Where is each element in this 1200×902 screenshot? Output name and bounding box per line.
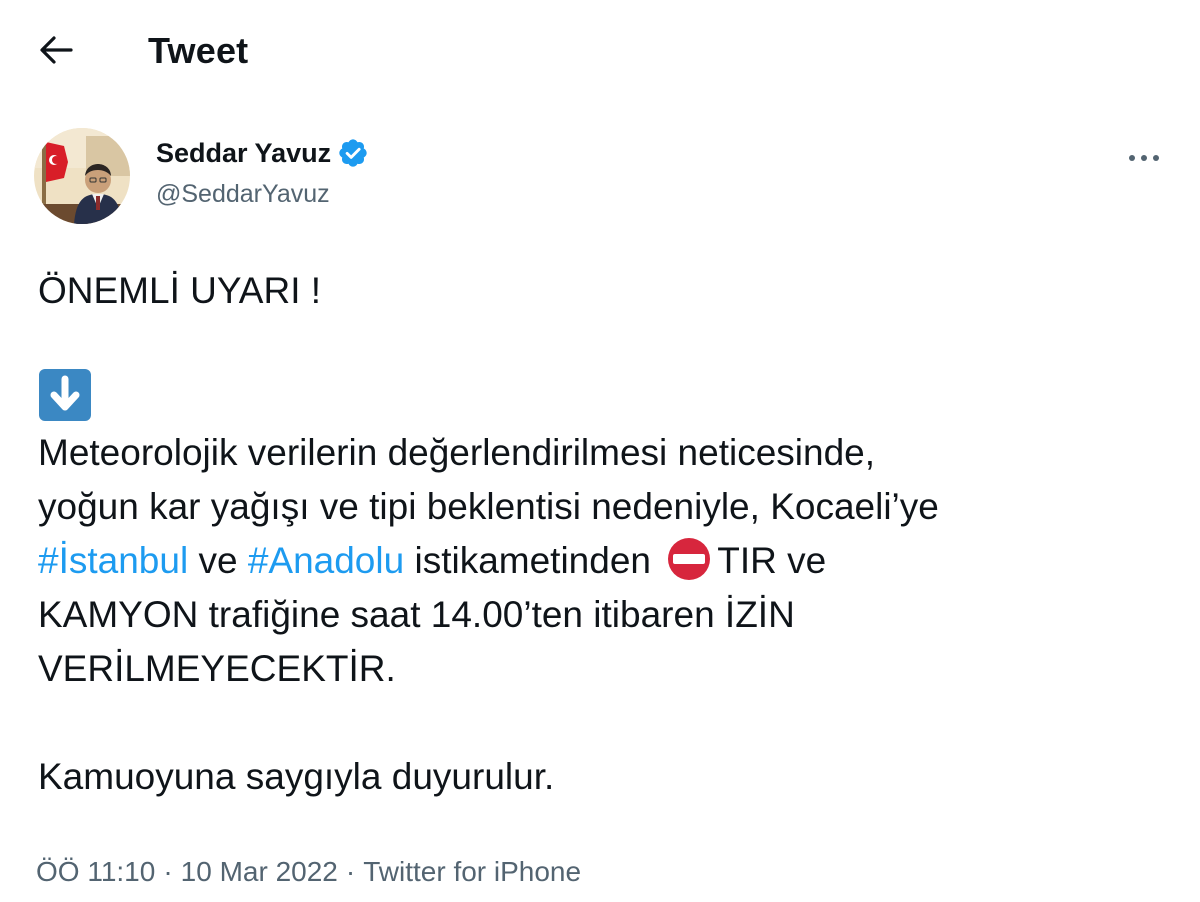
word-ve: ve — [198, 540, 238, 581]
page-title: Tweet — [148, 30, 249, 71]
back-button[interactable] — [36, 30, 76, 70]
avatar[interactable] — [34, 128, 130, 224]
tweet-headline: ÖNEMLİ UYARI ! — [38, 270, 322, 311]
down-arrow-emoji-icon — [38, 368, 92, 422]
tweet-text: ÖNEMLİ UYARI ! Meteorolojik verilerin de… — [38, 264, 1178, 804]
word-istikametinden: istikametinden — [414, 540, 651, 581]
tweet-time[interactable]: ÖÖ 11:10 — [36, 856, 155, 887]
arrow-left-icon — [40, 36, 73, 64]
more-horizontal-icon — [1129, 155, 1159, 161]
author-name-row[interactable]: Seddar Yavuz — [156, 136, 369, 170]
tweet-header: Tweet — [0, 0, 1200, 104]
meta-separator: · — [163, 856, 173, 887]
verified-badge-icon — [337, 137, 369, 169]
display-name: Seddar Yavuz — [156, 138, 332, 168]
hashtag-istanbul[interactable]: #İstanbul — [38, 540, 188, 581]
more-options-button[interactable] — [1124, 142, 1164, 174]
no-entry-emoji-icon — [661, 537, 717, 581]
author-handle[interactable]: @SeddarYavuz — [156, 178, 330, 210]
tweet-line-5: VERİLMEYECEKTİR. — [38, 648, 396, 689]
tweet-author: Seddar Yavuz @SeddarYavuz — [34, 128, 1164, 228]
arrow-line — [38, 369, 1178, 426]
tweet-line-4: KAMYON trafiğine saat 14.00’ten itibaren… — [38, 594, 795, 635]
tweet-date[interactable]: 10 Mar 2022 — [181, 856, 338, 887]
tweet-source[interactable]: Twitter for iPhone — [363, 856, 581, 887]
tweet-line-3: #İstanbul ve #Anadolu istikametinden TIR… — [38, 534, 1178, 588]
avatar-photo — [34, 128, 130, 224]
tweet-line-2: yoğun kar yağışı ve tipi beklentisi nede… — [38, 486, 939, 527]
tweet-closing: Kamuoyuna saygıyla duyurulur. — [38, 756, 555, 797]
tweet-meta: ÖÖ 11:10 · 10 Mar 2022 · Twitter for iPhone — [36, 852, 581, 892]
word-tir-ve: TIR ve — [717, 540, 827, 581]
meta-separator: · — [345, 856, 356, 887]
tweet-line-1: Meteorolojik verilerin değerlendirilmesi… — [38, 432, 875, 473]
hashtag-anadolu[interactable]: #Anadolu — [248, 540, 404, 581]
